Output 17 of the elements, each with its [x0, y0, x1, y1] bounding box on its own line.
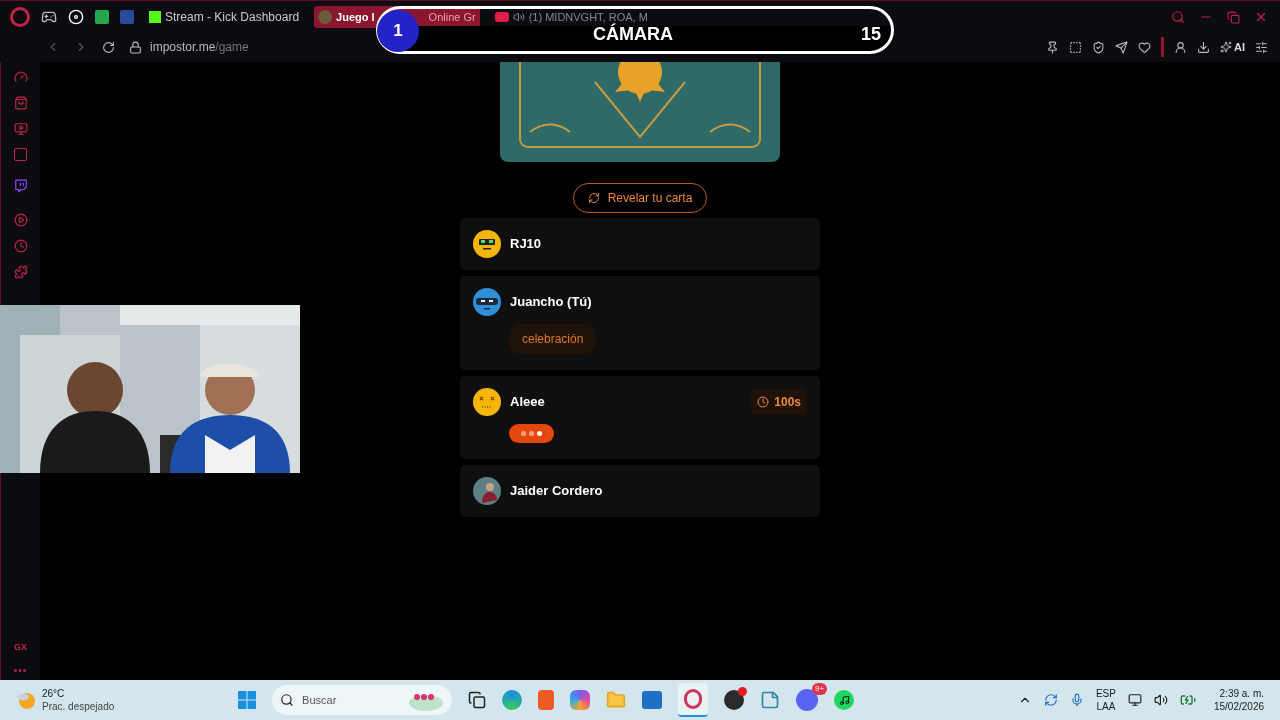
- word-bubble: celebración: [509, 324, 597, 354]
- overlay-title: CÁMARA: [593, 23, 673, 46]
- overlay-count: 15: [860, 23, 881, 46]
- player-name: Juancho (Tú): [510, 293, 592, 312]
- notification-badge: 9+: [812, 683, 828, 695]
- date-label: 15/02/2026: [1213, 700, 1264, 713]
- player-name: Jaider Cordero: [510, 482, 603, 501]
- player-name: Aleee: [510, 393, 545, 412]
- language-label: LAA: [1096, 700, 1116, 713]
- timer-badge: 100s: [751, 389, 807, 415]
- tab-title: Juego I: [336, 9, 375, 25]
- player-name: RJ10: [510, 235, 542, 254]
- time-label: 2:39 a. m.: [1219, 687, 1264, 700]
- tab-title: Online Gr: [428, 9, 476, 25]
- language-label: ESP: [1095, 687, 1116, 700]
- weather-label: Prac. despejado: [42, 700, 115, 713]
- temperature-label: 26°C: [42, 687, 66, 700]
